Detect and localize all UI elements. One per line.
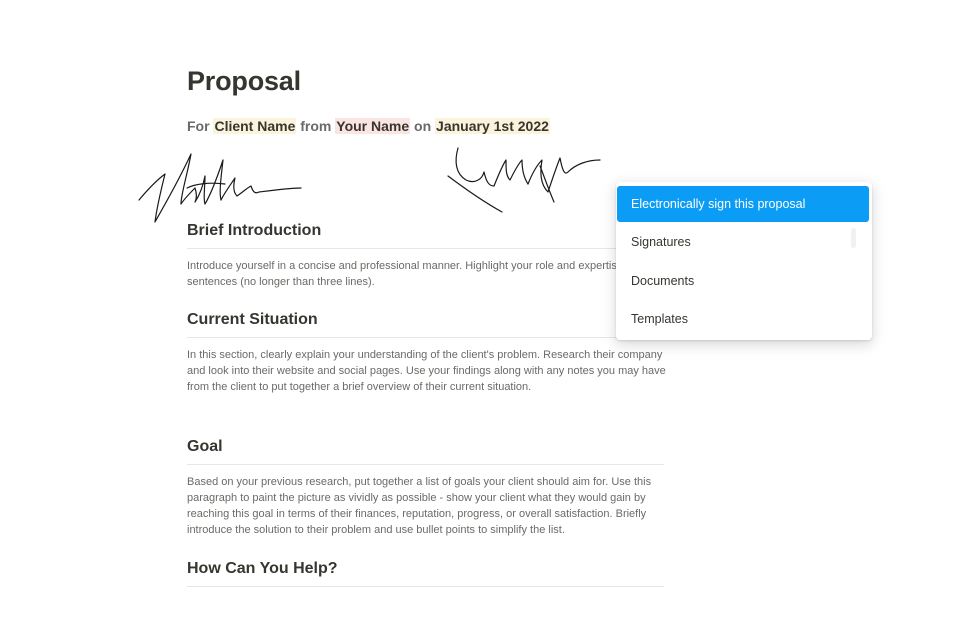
sign-options-menu: Electronically sign this proposal Signat… — [616, 182, 872, 340]
menu-scrollbar[interactable] — [851, 228, 856, 248]
section-heading-current-situation: Current Situation — [187, 311, 664, 338]
menu-item-signatures[interactable]: Signatures — [616, 224, 869, 260]
signature-1 — [138, 153, 302, 223]
proposal-page: Proposal For Client Name from Your Name … — [0, 0, 960, 640]
section-heading-goal: Goal — [187, 438, 664, 465]
subtitle-from: from — [300, 118, 332, 134]
section-body-goal: Based on your previous research, put tog… — [187, 476, 652, 536]
proposal-subtitle: For Client Name from Your Name on Januar… — [187, 118, 550, 134]
date-field[interactable]: January 1st 2022 — [435, 118, 550, 134]
author-name-field[interactable]: Your Name — [335, 118, 411, 134]
menu-item-documents[interactable]: Documents — [616, 263, 869, 299]
subtitle-on: on — [414, 118, 432, 134]
section-body-brief-introduction: Introduce yourself in a concise and prof… — [187, 260, 664, 288]
menu-item-electronically-sign[interactable]: Electronically sign this proposal — [617, 186, 869, 222]
section-heading-brief-introduction: Brief Introduction — [187, 222, 664, 249]
signature-2 — [447, 147, 601, 213]
section-body-current-situation: In this section, clearly explain your un… — [187, 349, 666, 393]
section-heading-how-can-you-help: How Can You Help? — [187, 560, 664, 587]
subtitle-for: For — [187, 118, 210, 134]
client-name-field[interactable]: Client Name — [213, 118, 297, 134]
page-title: Proposal — [187, 66, 301, 96]
menu-item-templates[interactable]: Templates — [616, 301, 869, 337]
